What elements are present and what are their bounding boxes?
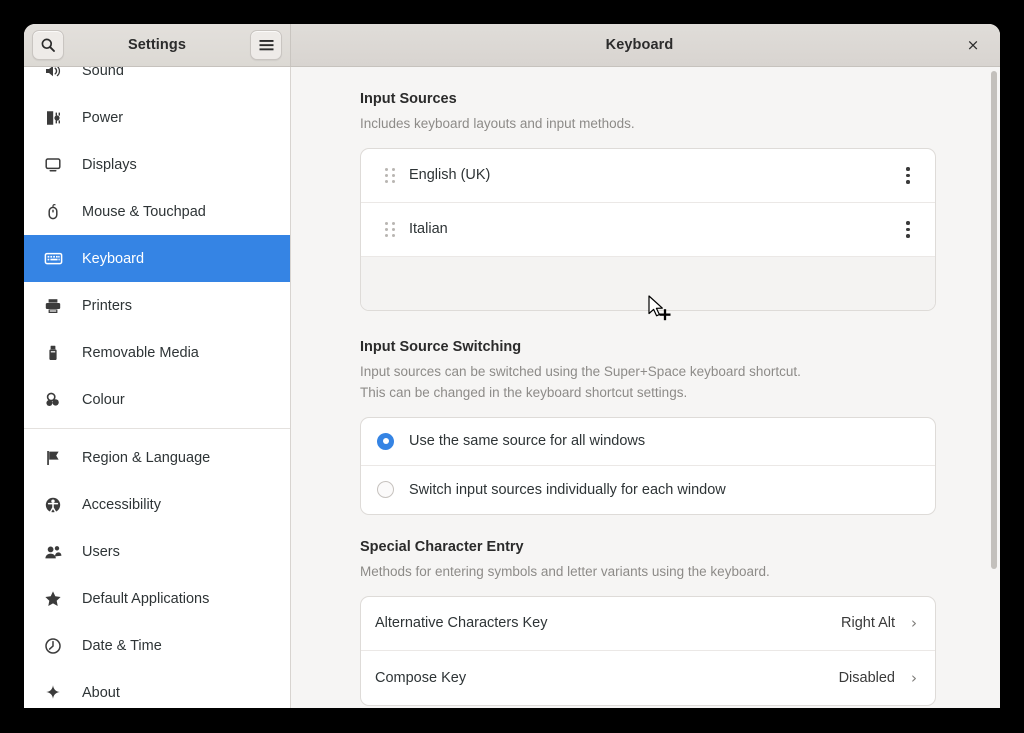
sidebar-item-label: Printers: [82, 297, 132, 314]
sidebar-separator: [24, 428, 290, 429]
sidebar-item-label: Mouse & Touchpad: [82, 203, 206, 220]
row-label: Compose Key: [375, 669, 467, 686]
sidebar-item-label: Keyboard: [82, 250, 145, 267]
input-source-label: Italian: [409, 221, 448, 238]
radio-label: Switch input sources individually for ea…: [409, 481, 726, 498]
chevron-right-icon: ›: [911, 668, 917, 687]
table-row[interactable]: Italian: [361, 203, 935, 257]
keyboard-icon: [42, 248, 64, 270]
sparkle-icon: [42, 682, 64, 704]
star-icon: [42, 588, 64, 610]
input-sources-description: Includes keyboard layouts and input meth…: [360, 116, 635, 131]
header-bar: Settings Keyboard ×: [24, 24, 1000, 67]
sidebar[interactable]: Sound Power Displays Mouse & Touchpad Keyboa…: [24, 67, 291, 708]
alternative-characters-key-row[interactable]: Alternative Characters Key Right Alt ›: [361, 597, 935, 651]
users-icon: [42, 541, 64, 563]
drag-handle-icon[interactable]: [383, 220, 397, 238]
sidebar-item-label: Region & Language: [82, 449, 211, 466]
three-dots-vertical-icon[interactable]: [895, 160, 921, 190]
sidebar-item-default-applications[interactable]: Default Applications: [24, 575, 290, 622]
window-body: Sound Power Displays Mouse & Touchpad Keyboa…: [24, 67, 1000, 708]
sidebar-item-region-language[interactable]: Region & Language: [24, 434, 290, 481]
sidebar-item-removable-media[interactable]: Removable Media: [24, 329, 290, 376]
sidebar-item-mouse-touchpad[interactable]: Mouse & Touchpad: [24, 188, 290, 235]
drag-handle-icon[interactable]: [383, 166, 397, 184]
sidebar-item-label: Colour: [82, 391, 125, 408]
sidebar-item-label: Default Applications: [82, 590, 210, 607]
settings-window: Settings Keyboard × Sound Power Displays Mo…: [24, 24, 1000, 708]
sidebar-title: Settings: [128, 37, 186, 53]
input-sources-card: English (UK) Italian +: [360, 147, 936, 311]
scrollbar-thumb[interactable]: [991, 71, 997, 569]
sidebar-item-keyboard[interactable]: Keyboard: [24, 235, 290, 282]
sidebar-item-accessibility[interactable]: Accessibility: [24, 481, 290, 528]
radio-button-selected[interactable]: [377, 432, 394, 450]
row-value: Right Alt: [841, 615, 895, 632]
row-label: Alternative Characters Key: [375, 615, 548, 632]
sidebar-item-printers[interactable]: Printers: [24, 282, 290, 329]
three-dots-vertical-icon[interactable]: [895, 214, 921, 244]
accessibility-icon: [42, 494, 64, 516]
input-sources-heading: Input Sources: [360, 91, 457, 107]
search-icon: [41, 38, 55, 52]
flag-icon: [42, 447, 64, 469]
sidebar-item-sound[interactable]: Sound: [24, 67, 290, 94]
close-button[interactable]: ×: [960, 32, 986, 58]
speaker-icon: [42, 67, 64, 82]
hamburger-menu-icon: [259, 40, 273, 51]
page-title: Keyboard: [605, 37, 674, 53]
input-source-switching-card: Use the same source for all windows Swit…: [360, 416, 936, 515]
sidebar-item-label: Date & Time: [82, 637, 162, 654]
special-character-entry-heading: Special Character Entry: [360, 538, 524, 555]
vertical-scrollbar[interactable]: [991, 71, 997, 704]
radio-button[interactable]: [377, 481, 394, 499]
monitor-icon: [42, 154, 64, 176]
sidebar-item-label: Removable Media: [82, 344, 199, 361]
panel-header: Keyboard ×: [291, 24, 1000, 66]
compose-key-row[interactable]: Compose Key Disabled ›: [361, 651, 935, 705]
table-row[interactable]: English (UK): [361, 149, 935, 203]
sidebar-item-date-time[interactable]: Date & Time: [24, 622, 290, 669]
radio-option-same-source[interactable]: Use the same source for all windows: [361, 418, 935, 466]
keyboard-panel: Input Sources Includes keyboard layouts …: [291, 67, 1000, 708]
radio-option-per-window[interactable]: Switch input sources individually for ea…: [361, 466, 935, 514]
input-source-switching-description: Input sources can be switched using the …: [360, 362, 936, 404]
sidebar-item-label: Power: [82, 109, 124, 126]
radio-label: Use the same source for all windows: [409, 433, 646, 450]
input-source-label: English (UK): [409, 167, 491, 184]
sidebar-item-label: About: [82, 684, 120, 701]
sidebar-item-power[interactable]: Power: [24, 94, 290, 141]
sidebar-item-label: Users: [82, 543, 120, 560]
mouse-icon: [42, 201, 64, 223]
input-source-switching-heading: Input Source Switching: [360, 338, 522, 355]
special-character-entry-description: Methods for entering symbols and letter …: [360, 563, 770, 579]
clock-icon: [42, 635, 64, 657]
add-input-source-button[interactable]: +: [361, 256, 935, 310]
power-plug-icon: [42, 107, 64, 129]
printer-icon: [42, 295, 64, 317]
colour-icon: [42, 389, 64, 411]
sidebar-item-colour[interactable]: Colour: [24, 376, 290, 423]
row-value: Disabled: [838, 669, 895, 686]
sidebar-item-displays[interactable]: Displays: [24, 141, 290, 188]
sidebar-item-label: Displays: [82, 156, 137, 173]
description-line-2: This can be changed in the keyboard shor…: [360, 384, 688, 400]
sidebar-list: Sound Power Displays Mouse & Touchpad Keyboa…: [24, 67, 290, 708]
search-button[interactable]: [32, 30, 64, 60]
usb-drive-icon: [42, 342, 64, 364]
chevron-right-icon: ›: [911, 614, 917, 633]
description-line-1: Input sources can be switched using the …: [360, 363, 801, 379]
sidebar-item-label: Accessibility: [82, 496, 161, 513]
sidebar-header: Settings: [24, 24, 291, 66]
special-character-entry-card: Alternative Characters Key Right Alt › C…: [360, 595, 936, 706]
sidebar-item-label: Sound: [82, 67, 124, 79]
sidebar-item-users[interactable]: Users: [24, 528, 290, 575]
sidebar-item-about[interactable]: About: [24, 669, 290, 708]
main-menu-button[interactable]: [250, 30, 282, 60]
